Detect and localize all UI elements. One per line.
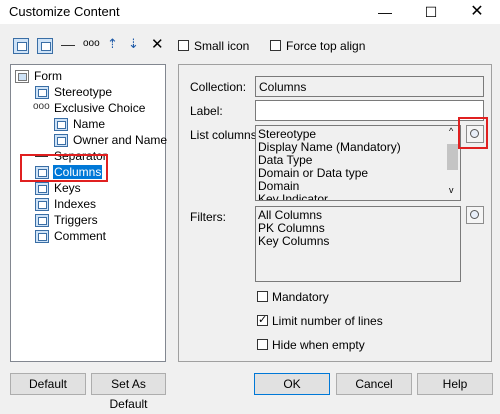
tree-item-name[interactable]: Name	[73, 117, 105, 131]
tree-item-comment[interactable]: Comment	[54, 229, 106, 243]
filters-label: Filters:	[190, 210, 226, 224]
set-as-default-button[interactable]: Set As Default	[91, 373, 166, 411]
tree-item-triggers[interactable]: Triggers	[54, 213, 98, 227]
highlight-box-columns	[20, 154, 108, 182]
list-item[interactable]: Key Columns	[258, 235, 329, 248]
exclusive-choice-icon: ooo	[33, 101, 50, 112]
list-icon	[35, 198, 49, 211]
tree-item-indexes[interactable]: Indexes	[54, 197, 96, 211]
list-columns-list[interactable]: Stereotype Display Name (Mandatory) Data…	[255, 125, 461, 201]
default-button[interactable]: Default	[10, 373, 86, 395]
collection-label: Collection:	[190, 80, 247, 94]
label-input[interactable]	[255, 100, 484, 121]
list-item[interactable]: Key Indicator	[258, 193, 328, 201]
force-top-align-label: Force top align	[286, 39, 366, 53]
delete-icon[interactable]: ✕	[151, 35, 164, 53]
label-label: Label:	[190, 104, 223, 118]
hide-empty-checkbox[interactable]	[257, 339, 268, 350]
list-icon	[35, 214, 49, 227]
window-title: Customize Content	[9, 4, 120, 19]
minimize-button[interactable]: —	[362, 0, 408, 24]
add-form-icon[interactable]	[13, 38, 29, 54]
add-separator-icon[interactable]	[61, 45, 75, 46]
add-list-icon[interactable]	[37, 38, 53, 54]
attribute-icon	[54, 134, 68, 147]
collection-value: Columns	[259, 80, 307, 94]
filters-properties-button[interactable]	[466, 206, 484, 224]
scroll-up-icon[interactable]: ^	[449, 126, 453, 136]
close-button[interactable]: ✕	[454, 0, 500, 24]
help-button[interactable]: Help	[417, 373, 493, 395]
small-icon-checkbox[interactable]	[178, 40, 189, 51]
tree-item-form[interactable]: Form	[34, 69, 62, 83]
limit-lines-label: Limit number of lines	[272, 314, 383, 328]
attribute-icon	[54, 118, 68, 131]
move-down-icon[interactable]: ⇣	[128, 36, 139, 52]
cancel-button[interactable]: Cancel	[336, 373, 412, 395]
collection-field: Columns	[255, 76, 484, 97]
hide-empty-label: Hide when empty	[272, 338, 365, 352]
list-icon	[35, 182, 49, 195]
force-top-align-checkbox[interactable]	[270, 40, 281, 51]
limit-lines-checkbox[interactable]	[257, 313, 268, 326]
small-icon-label: Small icon	[194, 39, 250, 53]
maximize-button[interactable]: ☐	[408, 0, 454, 24]
ok-button[interactable]: OK	[254, 373, 330, 395]
attribute-icon	[35, 86, 49, 99]
mandatory-checkbox[interactable]	[257, 291, 268, 302]
scroll-down-icon[interactable]: v	[449, 185, 454, 195]
highlight-box-properties-button	[458, 117, 488, 149]
list-columns-label: List columns:	[190, 128, 261, 142]
filters-list[interactable]: All Columns PK Columns Key Columns	[255, 206, 461, 282]
tree-item-keys[interactable]: Keys	[54, 181, 81, 195]
move-up-icon[interactable]: ⇡	[107, 36, 118, 52]
form-icon	[15, 70, 29, 83]
tree-item-owner-and-name[interactable]: Owner and Name	[73, 133, 167, 147]
scroll-thumb[interactable]	[447, 144, 458, 170]
mandatory-label: Mandatory	[272, 290, 329, 304]
attribute-icon	[35, 230, 49, 243]
tree-item-exclusive-choice[interactable]: Exclusive Choice	[54, 101, 145, 115]
content-tree[interactable]: Form Stereotype ooo Exclusive Choice Nam…	[10, 64, 167, 362]
add-exclusive-choice-icon[interactable]: ooo	[83, 38, 100, 49]
tree-item-stereotype[interactable]: Stereotype	[54, 85, 112, 99]
